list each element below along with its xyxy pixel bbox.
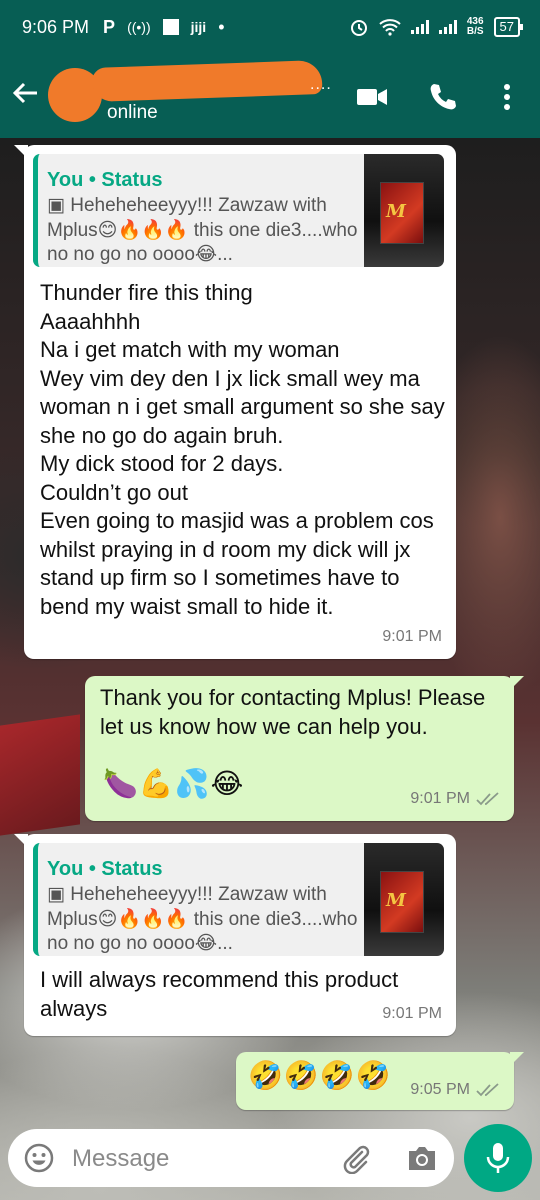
quote-author: You • Status xyxy=(47,169,163,191)
alarm-icon xyxy=(350,20,367,36)
video-call-icon[interactable] xyxy=(355,80,389,114)
signal-2-icon xyxy=(438,20,457,34)
quote-author: You • Status xyxy=(47,858,163,880)
status-bar: 9:06 PM P ((•)) jiji • 436 B/S 57 xyxy=(0,0,540,54)
system-icons: 436 B/S 57 xyxy=(349,16,524,37)
quote-text: ▣ Heheheheeyyy!!! Zawzaw with Mplus😊🔥🔥🔥 … xyxy=(47,884,358,954)
nfc-icon: ((•)) xyxy=(127,19,151,35)
message-bubble-incoming[interactable]: You • Status ▣ Heheheheeyyy!!! Zawzaw wi… xyxy=(14,145,456,659)
contact-status: online xyxy=(107,102,158,123)
product-logo-mark: M xyxy=(386,890,406,911)
message-time: 9:01 PM xyxy=(382,1004,442,1022)
network-speed: 436 B/S xyxy=(466,16,484,37)
message-bubble-outgoing[interactable]: Thank you for contacting Mplus! Please l… xyxy=(85,676,524,821)
square-icon xyxy=(162,19,179,35)
message-meta: 9:05 PM xyxy=(410,1076,500,1105)
signal-1-icon xyxy=(410,20,429,34)
message-composer[interactable]: Message xyxy=(8,1129,454,1187)
message-meta: 9:01 PM xyxy=(382,1000,442,1029)
message-emojis: 🍆💪💦😂 xyxy=(103,768,245,799)
message-meta: 9:01 PM xyxy=(382,623,442,652)
message-time: 9:01 PM xyxy=(410,789,470,807)
message-text: Thunder fire this thing Aaaahhhh Na i ge… xyxy=(40,280,445,619)
contact-name-dots: .... xyxy=(310,76,332,93)
attach-icon[interactable] xyxy=(340,1142,372,1174)
status-thumbnail: M xyxy=(364,843,444,956)
message-bubble-incoming[interactable]: You • Status ▣ Heheheheeyyy!!! Zawzaw wi… xyxy=(14,834,456,1036)
camera-icon[interactable] xyxy=(406,1143,438,1173)
status-time: 9:06 PM xyxy=(22,16,90,37)
battery-indicator: 57 xyxy=(493,17,524,37)
emoji-icon[interactable] xyxy=(24,1143,54,1173)
microphone-icon xyxy=(486,1143,510,1173)
back-arrow-icon[interactable] xyxy=(10,78,40,108)
contact-name-redacted[interactable] xyxy=(91,59,323,103)
phone-icon[interactable] xyxy=(426,80,460,114)
dot-icon: • xyxy=(218,16,225,37)
message-bubble-outgoing[interactable]: 🤣🤣🤣🤣 9:05 PM xyxy=(236,1052,524,1110)
product-logo-mark: M xyxy=(386,201,406,222)
quote-text: ▣ Heheheheeyyy!!! Zawzaw with Mplus😊🔥🔥🔥 … xyxy=(47,195,358,265)
message-time: 9:05 PM xyxy=(410,1080,470,1098)
double-check-icon xyxy=(476,1083,499,1097)
jiji-icon: jiji xyxy=(190,19,207,35)
message-emojis: 🤣🤣🤣🤣 xyxy=(248,1060,392,1091)
message-meta: 9:01 PM xyxy=(410,785,500,814)
status-thumbnail: M xyxy=(364,154,444,267)
app-p-icon: P xyxy=(103,16,116,37)
voice-record-button[interactable] xyxy=(464,1124,532,1192)
wallpaper-shape xyxy=(0,714,80,836)
message-text: Thank you for contacting Mplus! Please l… xyxy=(100,685,492,739)
double-check-icon xyxy=(476,792,499,806)
message-time: 9:01 PM xyxy=(382,627,442,645)
quoted-status[interactable]: You • Status ▣ Heheheheeyyy!!! Zawzaw wi… xyxy=(33,154,444,267)
quoted-status[interactable]: You • Status ▣ Heheheheeyyy!!! Zawzaw wi… xyxy=(33,843,444,956)
chat-header: .... online xyxy=(0,54,540,138)
wifi-icon xyxy=(379,19,401,36)
notification-icons: P ((•)) jiji • xyxy=(103,17,224,38)
message-input-placeholder[interactable]: Message xyxy=(72,1145,169,1173)
more-vert-icon[interactable] xyxy=(490,80,524,114)
